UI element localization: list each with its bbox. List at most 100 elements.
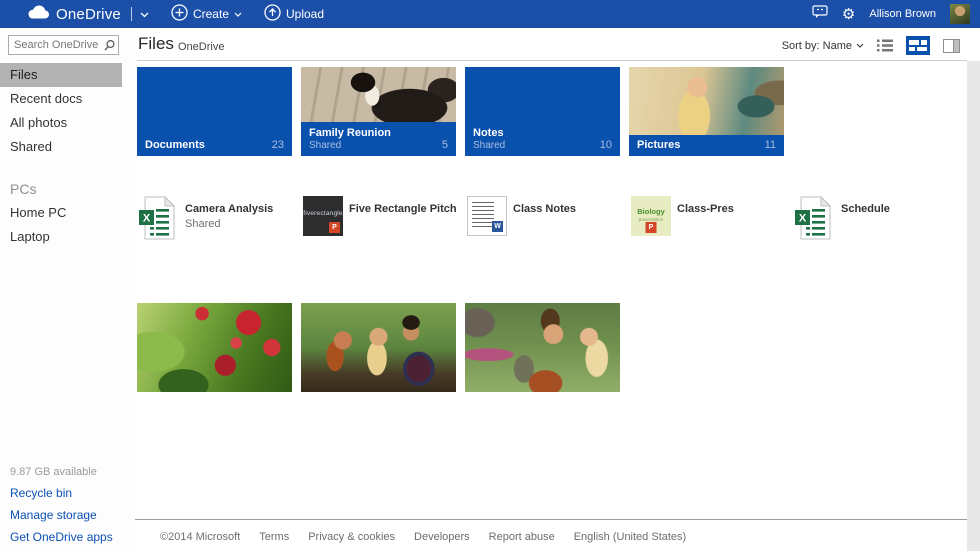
top-bar: OneDrive Create Upload	[0, 0, 980, 28]
create-button[interactable]: Create	[171, 4, 242, 24]
sidebar-item-recent-docs[interactable]: Recent docs	[0, 87, 122, 111]
onedrive-logo[interactable]: OneDrive	[27, 5, 121, 24]
pcs-list: Home PC Laptop	[0, 201, 135, 249]
sidebar-item-laptop[interactable]: Laptop	[0, 225, 122, 249]
file-item-class-notes[interactable]: W Class Notes	[465, 194, 629, 245]
tiles-view-icon-active[interactable]	[906, 36, 930, 55]
app-switcher-chevron-icon[interactable]	[140, 5, 149, 23]
footer-divider	[135, 519, 967, 520]
upload-arrow-circle-icon	[264, 4, 281, 24]
file-name: Camera Analysis	[185, 203, 273, 215]
upload-label: Upload	[286, 7, 324, 21]
sidebar-nav: Files Recent docs All photos Shared	[0, 63, 135, 159]
details-pane-icon[interactable]	[943, 39, 960, 53]
file-shared-label: Shared	[185, 218, 273, 230]
sidebar-item-shared[interactable]: Shared	[0, 135, 122, 159]
privacy-cookies-link[interactable]: Privacy & cookies	[308, 531, 395, 543]
manage-storage-link[interactable]: Manage storage	[10, 508, 113, 522]
storage-available-text: 9.87 GB available	[10, 466, 113, 478]
onedrive-app: OneDrive Create Upload	[0, 0, 980, 551]
breadcrumb[interactable]: OneDrive	[178, 41, 224, 53]
search-input[interactable]	[9, 39, 100, 51]
settings-gear-icon[interactable]: ⚙	[842, 7, 855, 22]
pcs-section-heading: PCs	[10, 177, 122, 201]
word-icon: W	[492, 221, 503, 232]
folder-shared-label: Shared	[309, 140, 341, 151]
user-name[interactable]: Allison Brown	[869, 8, 936, 20]
beach-portrait-thumbnail	[629, 67, 784, 135]
dog-photo-thumbnail	[301, 67, 456, 122]
file-name: Schedule	[841, 203, 890, 215]
photos-row	[137, 303, 620, 392]
file-name: Class Notes	[513, 203, 576, 215]
friends-group-photo[interactable]	[301, 303, 456, 392]
sidebar-bottom: 9.87 GB available Recycle bin Manage sto…	[10, 466, 113, 544]
list-view-icon[interactable]	[877, 39, 893, 52]
powerpoint-slide-thumbnail: fiverectangle P	[303, 196, 343, 236]
sort-label: Sort by: Name	[782, 40, 852, 52]
folder-tiles-row: Documents 23 Family Reunion Shared 5 N	[137, 67, 784, 156]
terms-link[interactable]: Terms	[259, 531, 289, 543]
header-divider	[137, 60, 967, 61]
recycle-bin-link[interactable]: Recycle bin	[10, 486, 113, 500]
couple-park-photo[interactable]	[465, 303, 620, 392]
chevron-down-icon	[234, 12, 242, 17]
svg-text:X: X	[799, 213, 807, 225]
copyright-text: ©2014 Microsoft	[160, 531, 240, 543]
plus-circle-icon	[171, 4, 188, 24]
language-selector[interactable]: English (United States)	[574, 531, 687, 543]
files-row: X Camera Analysis Shared fiverectangle P…	[137, 194, 957, 245]
folder-name: Notes	[473, 127, 612, 139]
scrollbar-track[interactable]	[967, 61, 980, 551]
cloud-icon	[27, 5, 49, 24]
file-item-five-rectangle-pitch[interactable]: fiverectangle P Five Rectangle Pitch	[301, 194, 465, 245]
user-avatar[interactable]	[950, 4, 970, 24]
excel-file-icon: X	[795, 196, 835, 245]
folder-tile-pictures[interactable]: Pictures 11	[629, 67, 784, 156]
file-name: Class-Pres	[677, 203, 734, 215]
folder-shared-label: Shared	[473, 140, 505, 151]
thumbnail-title-text: Biology	[631, 207, 671, 216]
folder-count: 5	[442, 139, 448, 151]
app-title: OneDrive	[56, 6, 121, 23]
folder-count: 11	[765, 139, 776, 151]
folder-name: Documents	[145, 139, 205, 151]
developers-link[interactable]: Developers	[414, 531, 470, 543]
page-title: Files	[138, 34, 174, 54]
create-label: Create	[193, 7, 229, 21]
folder-count: 10	[600, 139, 612, 151]
folder-tile-notes[interactable]: Notes Shared 10	[465, 67, 620, 156]
folder-count: 23	[272, 139, 284, 151]
excel-file-icon: X	[139, 196, 179, 245]
folder-name: Pictures	[637, 139, 680, 151]
folder-name: Family Reunion	[309, 127, 448, 139]
search-icon[interactable]	[100, 36, 118, 54]
file-item-camera-analysis[interactable]: X Camera Analysis Shared	[137, 194, 301, 245]
document-text-lines	[472, 202, 494, 228]
feedback-icon[interactable]	[812, 5, 828, 24]
powerpoint-slide-thumbnail: Biology presentation P	[631, 196, 671, 236]
folder-tile-documents[interactable]: Documents 23	[137, 67, 292, 156]
garden-flowers-photo[interactable]	[137, 303, 292, 392]
file-name: Five Rectangle Pitch	[349, 203, 457, 215]
chevron-down-icon	[856, 43, 864, 48]
sidebar: Files Recent docs All photos Shared PCs …	[0, 28, 135, 551]
upload-button[interactable]: Upload	[264, 4, 324, 24]
sidebar-item-home-pc[interactable]: Home PC	[0, 201, 122, 225]
get-onedrive-apps-link[interactable]: Get OneDrive apps	[10, 530, 113, 544]
powerpoint-icon: P	[329, 222, 340, 233]
report-abuse-link[interactable]: Report abuse	[489, 531, 555, 543]
file-item-schedule[interactable]: X Schedule	[793, 194, 957, 245]
sort-by-dropdown[interactable]: Sort by: Name	[782, 40, 864, 52]
folder-tile-family-reunion[interactable]: Family Reunion Shared 5	[301, 67, 456, 156]
sidebar-item-all-photos[interactable]: All photos	[0, 111, 122, 135]
main-content: Files OneDrive Sort by: Name Documents	[135, 28, 980, 551]
powerpoint-icon: P	[646, 222, 657, 233]
file-item-class-pres[interactable]: Biology presentation P Class-Pres	[629, 194, 793, 245]
sidebar-item-files[interactable]: Files	[0, 63, 122, 87]
svg-text:X: X	[143, 213, 151, 225]
footer: ©2014 Microsoft Terms Privacy & cookies …	[137, 531, 967, 543]
word-document-thumbnail: W	[467, 196, 507, 236]
search-box	[8, 35, 119, 55]
thumbnail-title-text: fiverectangle	[303, 210, 343, 217]
